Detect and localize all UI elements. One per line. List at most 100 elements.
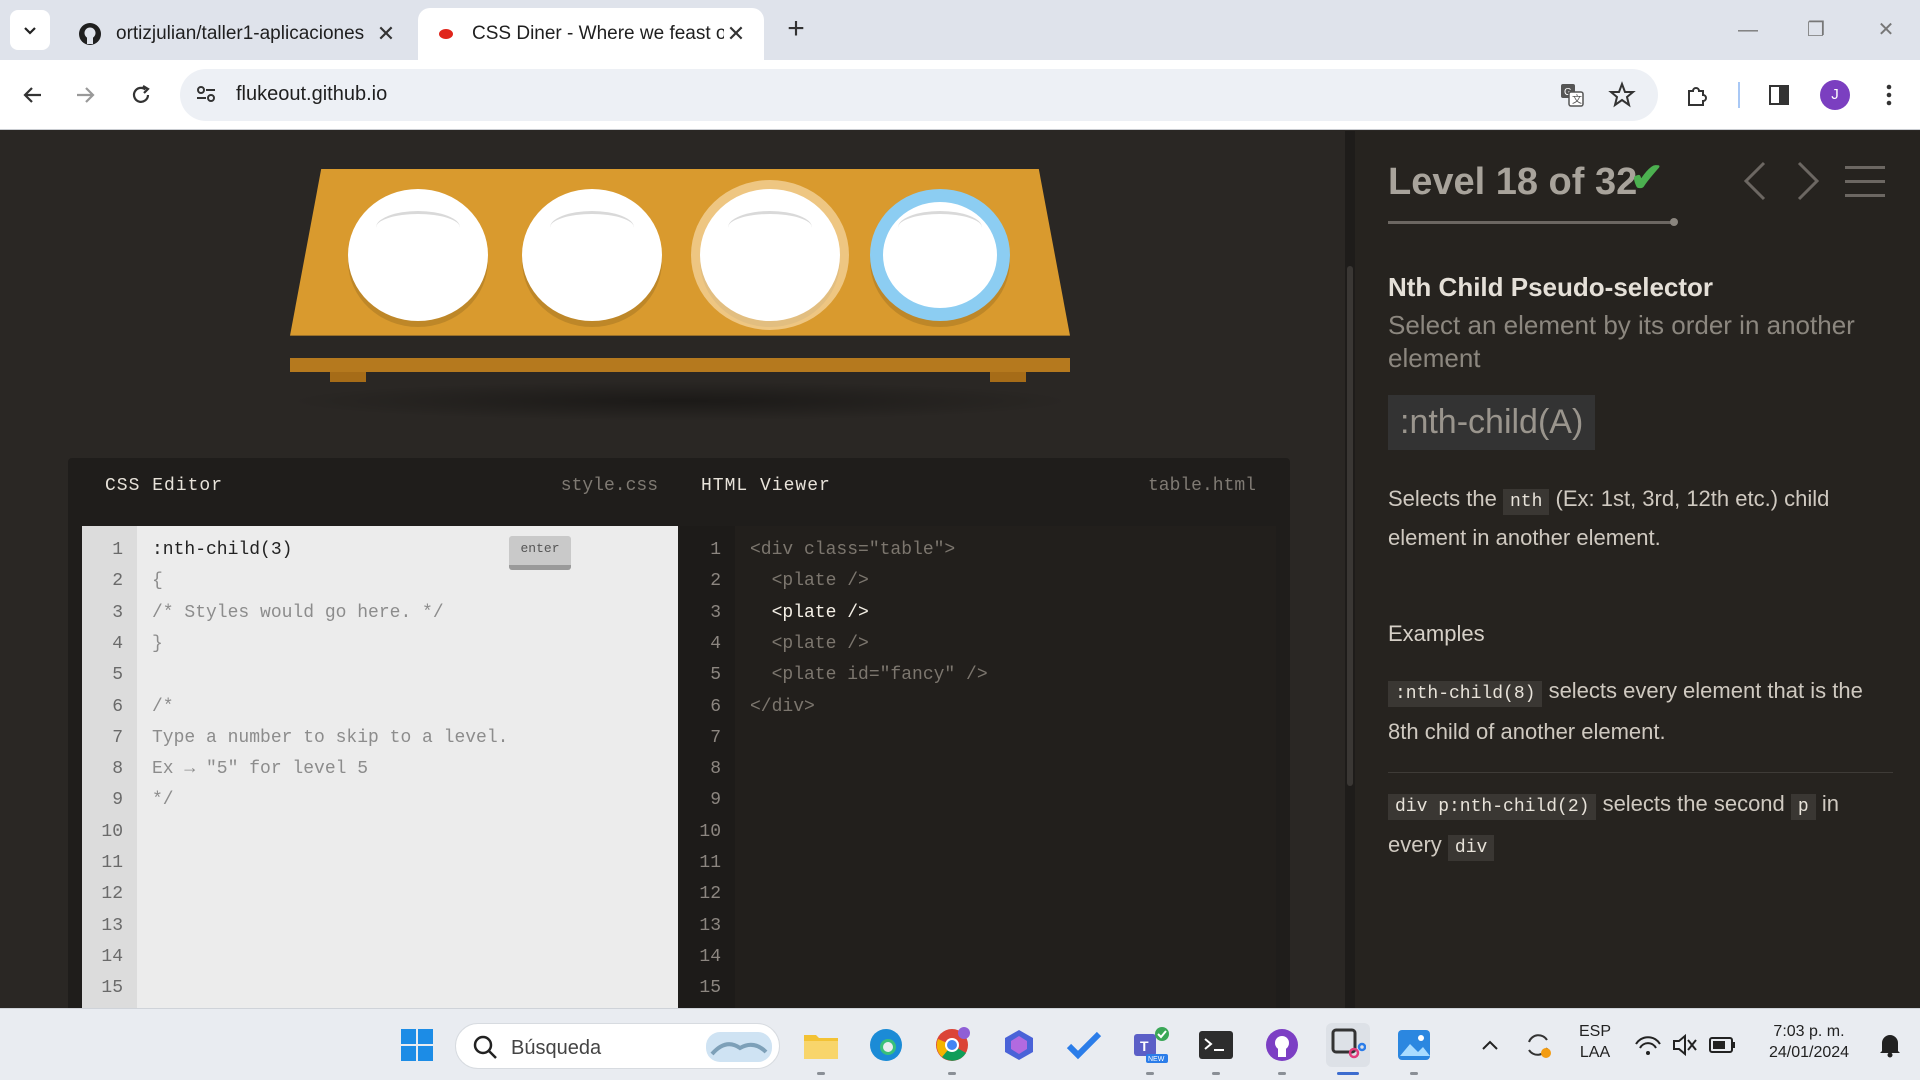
- line-number: 7: [112, 727, 123, 748]
- plate-fancy[interactable]: [870, 189, 1010, 321]
- running-indicator: [1146, 1072, 1154, 1075]
- github-icon: [78, 22, 102, 46]
- reload-icon[interactable]: [122, 76, 160, 114]
- running-indicator: [817, 1072, 825, 1075]
- running-indicator: [1410, 1072, 1418, 1075]
- github-desktop-icon[interactable]: [1260, 1023, 1304, 1075]
- search-highlight-image-icon: [706, 1032, 772, 1067]
- hint-tag: nth: [1502, 489, 1550, 515]
- running-indicator: [1278, 1072, 1286, 1075]
- close-tab-icon[interactable]: ✕: [724, 21, 748, 47]
- examples-heading: Examples: [1388, 621, 1485, 646]
- selector-syntax: :nth-child(A): [1388, 395, 1596, 450]
- more-menu-icon[interactable]: [1870, 76, 1908, 114]
- line-number: 15: [699, 978, 721, 999]
- url-text: flukeout.github.io: [236, 83, 388, 105]
- close-window-icon[interactable]: ✕: [1866, 12, 1906, 48]
- line-number: 13: [699, 915, 721, 936]
- line-number-gutter: 1 2 3 4 5 6 7 8 9 10 11 12 13 14 15: [680, 526, 735, 1018]
- bookmark-star-icon[interactable]: [1608, 81, 1636, 114]
- teams-icon[interactable]: T NEW: [1128, 1023, 1172, 1075]
- quick-settings[interactable]: [1630, 1023, 1740, 1067]
- example-item: div p:nth-child(2) selects the second p …: [1388, 785, 1893, 867]
- translate-icon[interactable]: G文: [1558, 81, 1586, 114]
- tab-title: CSS Diner - Where we feast on CSS: [472, 23, 724, 44]
- todo-icon[interactable]: [1062, 1023, 1106, 1067]
- svg-text:NEW: NEW: [1148, 1056, 1165, 1063]
- plate[interactable]: [348, 189, 488, 321]
- notification-bell-icon[interactable]: [1868, 1023, 1912, 1067]
- taskbar-search-label: Búsqueda: [511, 1037, 602, 1059]
- clock[interactable]: 7:03 p. m. 24/01/2024: [1754, 1021, 1864, 1063]
- enter-button[interactable]: enter: [509, 536, 571, 570]
- css-editor-body[interactable]: 1 2 3 4 5 6 7 8 9 10 11 12 13 14 15 :nth-child(3){/* S…: [82, 526, 678, 1018]
- line-number: 2: [710, 571, 721, 592]
- line-number: 7: [710, 727, 721, 748]
- line-number: 12: [699, 884, 721, 905]
- code-line: <div class="table">: [750, 540, 956, 560]
- line-number: 2: [112, 571, 123, 592]
- example-code: :nth-child(8): [1388, 681, 1543, 707]
- file-explorer-icon[interactable]: [799, 1023, 843, 1075]
- input-language[interactable]: ESP LAA: [1574, 1021, 1616, 1063]
- extensions-icon[interactable]: [1678, 76, 1716, 114]
- keyboard-layout: LAA: [1579, 1044, 1611, 1061]
- example-item: :nth-child(8) selects every element that…: [1388, 672, 1893, 751]
- selector-title: Select an element by its order in anothe…: [1388, 310, 1855, 373]
- show-hidden-icons-icon[interactable]: [1468, 1023, 1512, 1067]
- taskbar-search[interactable]: Búsqueda: [455, 1023, 780, 1069]
- tab-css-diner[interactable]: CSS Diner - Where we feast on CSS ✕: [418, 8, 764, 60]
- svg-text:文: 文: [1572, 93, 1582, 106]
- tab-title: ortizjulian/taller1-aplicaciones: [116, 23, 365, 44]
- minimize-icon[interactable]: —: [1728, 12, 1768, 48]
- line-number: 3: [112, 602, 123, 623]
- windows-start-icon[interactable]: [395, 1023, 439, 1067]
- plate-target[interactable]: [700, 189, 840, 321]
- level-title[interactable]: Level 18 of 32: [1388, 161, 1637, 204]
- code-line: }: [152, 633, 163, 654]
- windows-taskbar: Búsqueda T NEW ESP LAA 7:03 p. m. 24/01/…: [0, 1008, 1920, 1080]
- scrollbar[interactable]: [1345, 131, 1355, 1008]
- line-number: 4: [112, 633, 123, 654]
- terminal-icon[interactable]: [1194, 1023, 1238, 1075]
- instructions-sidebar: Level 18 of 32 ✔ Nth Child Pseudo-select…: [1355, 131, 1920, 1008]
- level-menu-icon[interactable]: [1845, 166, 1885, 208]
- line-number: 11: [101, 853, 123, 873]
- code-line: */: [152, 790, 174, 811]
- clock-time: 7:03 p. m.: [1773, 1023, 1845, 1040]
- example-code: p: [1790, 794, 1816, 820]
- side-panel-icon[interactable]: [1760, 76, 1798, 114]
- css-editor-file: style.css: [560, 475, 658, 496]
- html-viewer-body: 1 2 3 4 5 6 7 8 9 10 11 12 13 14 15 <div class="table"…: [680, 526, 1276, 1018]
- next-level-icon[interactable]: [1793, 159, 1823, 203]
- tab-strip: ortizjulian/taller1-aplicaciones ✕ CSS D…: [0, 0, 1920, 60]
- browser-toolbar: flukeout.github.io G文 J: [0, 60, 1920, 130]
- chrome-icon[interactable]: [930, 1023, 974, 1075]
- scrollbar-thumb[interactable]: [1347, 266, 1353, 786]
- profile-avatar[interactable]: J: [1820, 80, 1850, 110]
- snipping-tool-icon[interactable]: [1326, 1023, 1370, 1075]
- example-text: selects the second: [1602, 791, 1785, 816]
- photos-icon[interactable]: [1392, 1023, 1436, 1075]
- previous-level-icon[interactable]: [1740, 159, 1770, 203]
- restore-icon[interactable]: ❐: [1796, 12, 1836, 48]
- tab-search-button[interactable]: [10, 10, 50, 50]
- site-settings-icon[interactable]: [194, 82, 218, 111]
- code-line: Ex → "5" for level 5: [152, 759, 369, 780]
- close-tab-icon[interactable]: ✕: [374, 21, 398, 47]
- back-arrow-icon[interactable]: [14, 76, 52, 114]
- tab-github[interactable]: ortizjulian/taller1-aplicaciones ✕: [62, 8, 414, 60]
- code-line: :nth-child(3): [152, 540, 293, 560]
- sync-icon[interactable]: [1516, 1023, 1560, 1067]
- code-line: {: [152, 571, 163, 592]
- copilot-icon[interactable]: [997, 1023, 1041, 1067]
- plate[interactable]: [522, 189, 662, 321]
- selector-hint: Selects the nth (Ex: 1st, 3rd, 12th etc.…: [1388, 481, 1888, 555]
- address-bar[interactable]: flukeout.github.io G文: [180, 69, 1658, 121]
- new-tab-button[interactable]: +: [780, 14, 812, 46]
- forward-arrow-icon[interactable]: [66, 76, 104, 114]
- example-divider: [1388, 772, 1893, 773]
- edge-icon[interactable]: [864, 1023, 908, 1067]
- line-number: 9: [710, 790, 721, 811]
- completed-check-icon: ✔: [1630, 156, 1664, 200]
